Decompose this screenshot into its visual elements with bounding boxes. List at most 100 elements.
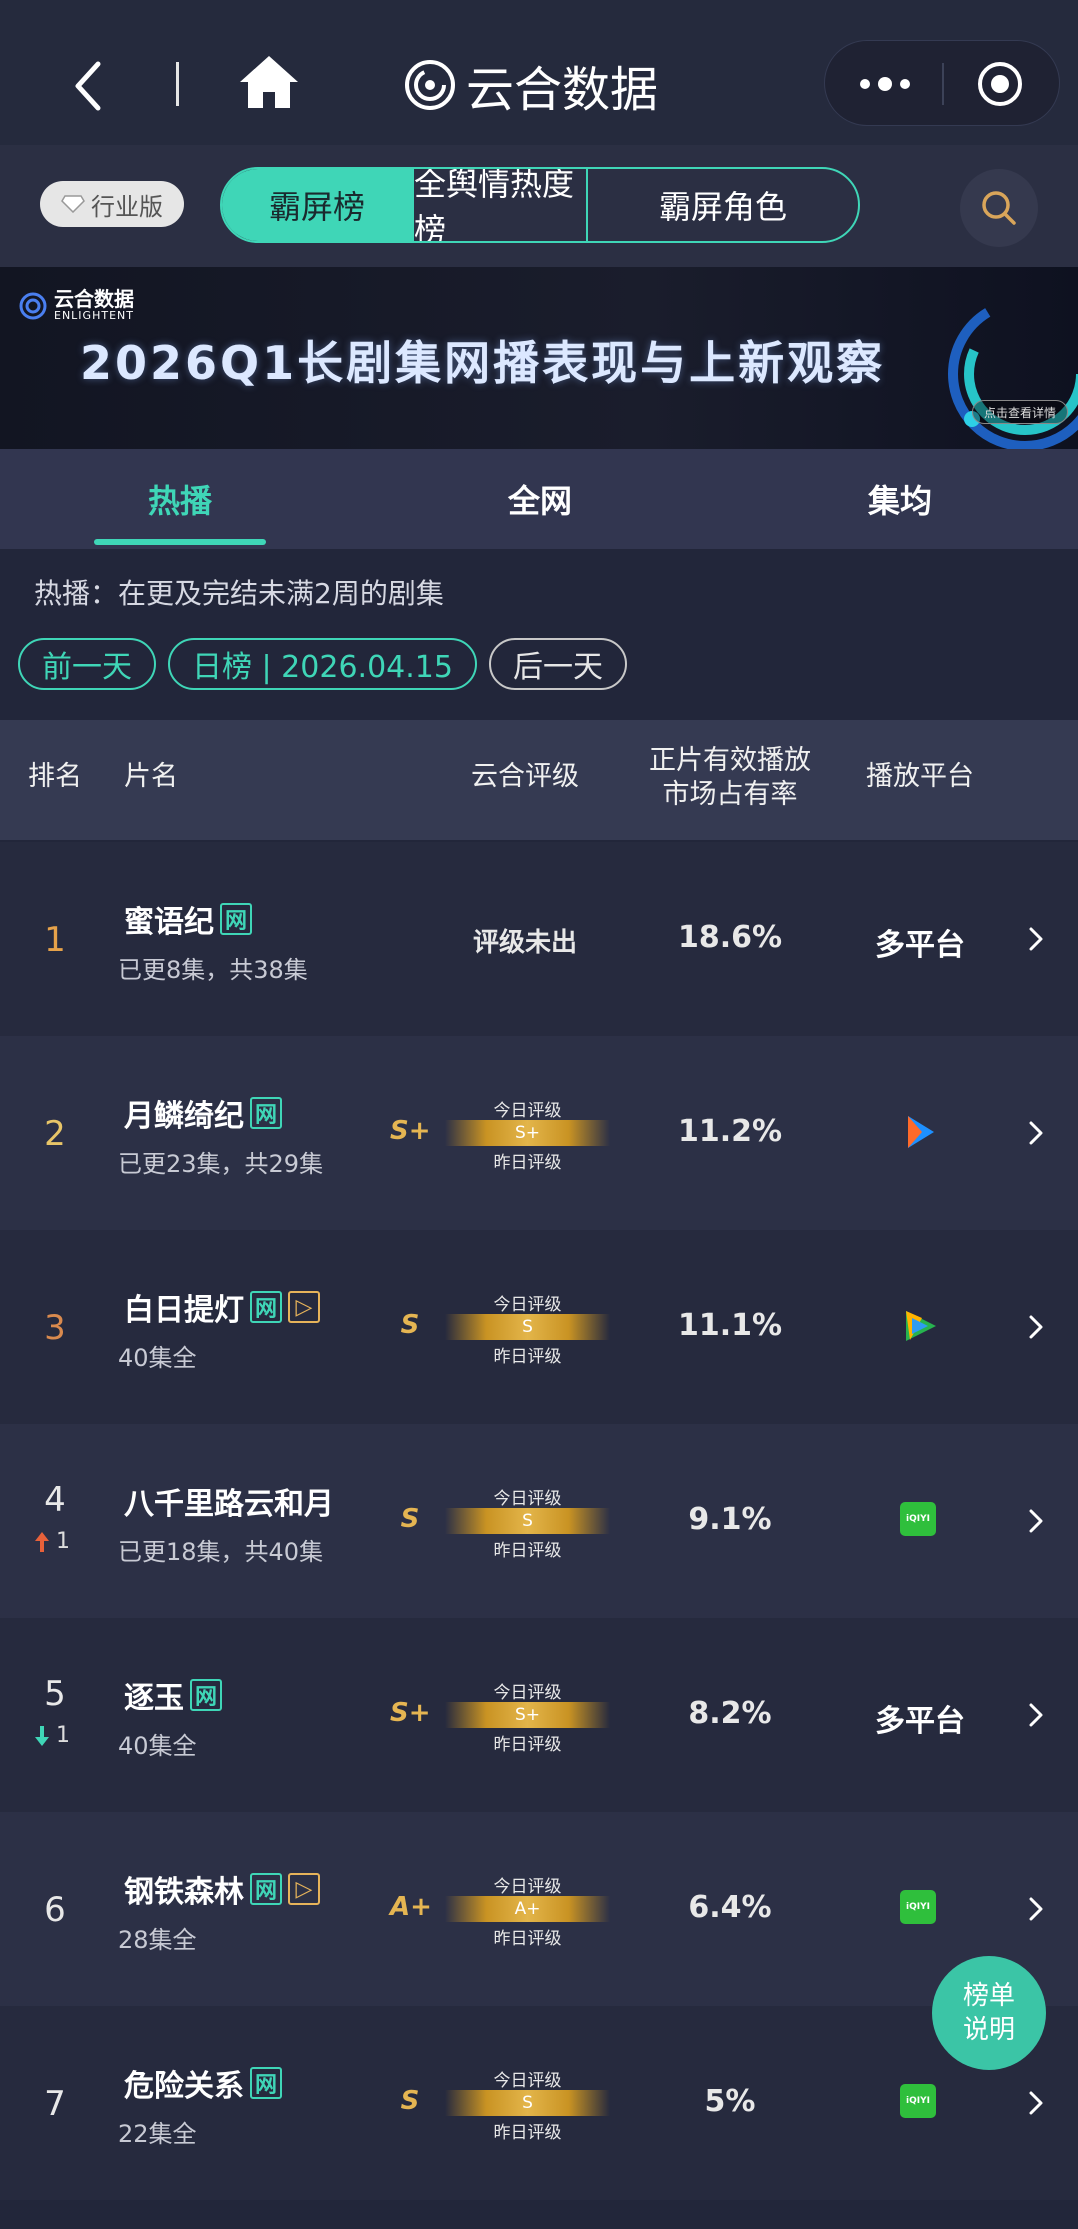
rank-number: 4: [44, 1480, 66, 1520]
grade-bar: 今日评级 S+ 昨日评级: [445, 1096, 610, 1173]
promo-banner[interactable]: 云合数据 ENLIGHTENT 2026Q1长剧集网播表现与上新观察 点击查看详…: [0, 267, 1078, 449]
today-grade-label: 今日评级: [493, 1295, 562, 1315]
banner-logo: 云合数据 ENLIGHTENT: [18, 289, 134, 322]
episode-info: 40集全: [118, 1732, 197, 1760]
grade-bar: 今日评级 S+ 昨日评级: [445, 1678, 610, 1755]
drama-title[interactable]: 钢铁森林网 ▷: [124, 1867, 320, 1911]
list-description: 热播：在更及完结未满2周的剧集: [34, 577, 444, 610]
grade-label: S: [400, 1504, 420, 1534]
yesterday-grade-label: 昨日评级: [493, 1735, 562, 1755]
tencent-video-icon: [906, 1311, 936, 1341]
chevron-right-icon[interactable]: [1026, 1894, 1046, 1924]
close-target-icon[interactable]: [975, 59, 1025, 109]
search-button[interactable]: [960, 169, 1038, 247]
diamond-icon: [61, 195, 85, 213]
banner-logo-icon: [19, 292, 47, 319]
iqiyi-icon: iQIYI: [900, 1890, 940, 1930]
drama-title[interactable]: 蜜语纪网: [124, 897, 252, 941]
tab-quanyuqing[interactable]: 全舆情热度榜: [412, 169, 586, 241]
rank-number: 3: [44, 1308, 66, 1348]
search-icon: [982, 191, 1016, 225]
chevron-right-icon[interactable]: [1026, 2088, 1046, 2118]
rank-change: 1: [32, 1723, 70, 1748]
yesterday-grade-label: 昨日评级: [493, 1541, 562, 1561]
market-share: 11.2%: [677, 1114, 783, 1149]
industry-edition-badge[interactable]: 行业版: [40, 181, 184, 227]
table-row[interactable]: 5 1 逐玉网 40集全 S+ 今日评级 S+ 昨日评级 8.2% 多平台: [0, 1618, 1078, 1812]
category-bar: 行业版 霸屏榜 全舆情热度榜 霸屏角色: [0, 145, 1078, 267]
prev-day-button[interactable]: 前一天: [18, 638, 156, 690]
back-arrow-icon[interactable]: [60, 40, 120, 130]
header-share-line1: 正片有效播放: [649, 745, 811, 776]
drama-title-text: 白日提灯: [124, 1293, 244, 1328]
header-rank: 排名: [28, 761, 82, 792]
today-grade-value: S+: [514, 1123, 541, 1143]
grade-label: S+: [390, 1116, 431, 1146]
date-controls: 前一天 日榜 | 2026.04.15 后一天: [18, 638, 627, 690]
yesterday-grade-label: 昨日评级: [493, 1929, 562, 1949]
today-grade-value: S: [522, 2093, 533, 2113]
banner-logo-en: ENLIGHTENT: [54, 309, 134, 322]
next-day-button[interactable]: 后一天: [488, 638, 627, 690]
banner-ring-graphic: [948, 297, 1078, 449]
episode-info: 已更8集，共38集: [118, 956, 308, 984]
capsule-divider: [942, 63, 944, 105]
tab-rebo[interactable]: 热播: [80, 449, 280, 549]
tab-quanwang[interactable]: 全网: [440, 449, 640, 549]
market-share: 9.1%: [688, 1502, 772, 1537]
grade-label: A+: [390, 1892, 432, 1922]
drama-title[interactable]: 八千里路云和月: [124, 1479, 334, 1523]
web-tag-icon: 网: [250, 1873, 282, 1905]
home-icon[interactable]: [236, 52, 302, 112]
today-grade-value: A+: [514, 1899, 541, 1919]
chevron-right-icon[interactable]: [1026, 1312, 1046, 1342]
market-share: 18.6%: [677, 920, 783, 955]
today-grade-label: 今日评级: [493, 1101, 562, 1121]
episode-info: 22集全: [118, 2120, 197, 2148]
drama-title[interactable]: 危险关系网: [124, 2061, 282, 2105]
table-row[interactable]: 6 钢铁森林网 ▷ 28集全 A+ 今日评级 A+ 昨日评级 6.4% iQIYI: [0, 1812, 1078, 2006]
iqiyi-icon: iQIYI: [900, 2084, 940, 2124]
tab-bapingbang[interactable]: 霸屏榜: [222, 169, 412, 241]
drama-title[interactable]: 白日提灯网 ▷: [124, 1285, 320, 1329]
yesterday-grade-label: 昨日评级: [493, 2123, 562, 2143]
drama-title-text: 蜜语纪: [124, 905, 214, 940]
more-icon[interactable]: [855, 67, 915, 101]
app-brand: 云合数据: [404, 52, 658, 118]
chevron-right-icon[interactable]: [1026, 1118, 1046, 1148]
iqiyi-logo: iQIYI: [900, 1890, 936, 1924]
rank-number: 6: [44, 1890, 66, 1930]
header-platform: 播放平台: [866, 761, 974, 792]
play-tag-icon: ▷: [288, 1873, 320, 1905]
date-selector[interactable]: 日榜 | 2026.04.15: [168, 638, 477, 690]
yesterday-grade-label: 昨日评级: [493, 1347, 562, 1367]
list-explanation-button[interactable]: 榜单 说明: [932, 1956, 1046, 2070]
platform-text: 多平台: [875, 1704, 965, 1739]
tab-jijun[interactable]: 集均: [800, 449, 1000, 549]
rank-number: 5: [44, 1674, 66, 1714]
tab-bapingjuese[interactable]: 霸屏角色: [586, 169, 858, 241]
play-tag-icon: ▷: [288, 1291, 320, 1323]
chevron-right-icon[interactable]: [1026, 1506, 1046, 1536]
market-share: 5%: [704, 2084, 756, 2119]
grade-bar: 今日评级 S 昨日评级: [445, 1290, 610, 1367]
brand-logo-icon: [405, 60, 455, 110]
header-grade: 云合评级: [471, 761, 579, 792]
table-row[interactable]: 4 1 八千里路云和月 已更18集，共40集 S 今日评级 S 昨日评级 9.1% iQIYI: [0, 1424, 1078, 1618]
drama-title[interactable]: 月鳞绮纪网: [124, 1091, 282, 1135]
iqiyi-icon: iQIYI: [900, 1502, 940, 1542]
table-row[interactable]: 1 蜜语纪网已更8集，共38集 评级未出 18.6% 多平台: [0, 842, 1078, 1036]
web-tag-icon: 网: [190, 1679, 222, 1711]
list-tabs: 热播 全网 集均: [0, 449, 1078, 549]
float-button-line1: 榜单: [962, 1981, 1015, 2011]
drama-title[interactable]: 逐玉网: [124, 1673, 222, 1717]
today-grade-value: S+: [514, 1705, 541, 1725]
chevron-right-icon[interactable]: [1026, 1700, 1046, 1730]
table-row[interactable]: 7 危险关系网 22集全 S 今日评级 S 昨日评级 5% iQIYI: [0, 2006, 1078, 2200]
industry-label: 行业版: [91, 192, 163, 221]
banner-detail-button[interactable]: 点击查看详情: [972, 400, 1068, 424]
table-row[interactable]: 2 月鳞绮纪网已更23集，共29集 S+ 今日评级 S+ 昨日评级 11.2%: [0, 1036, 1078, 1230]
table-row[interactable]: 3 白日提灯网 ▷ 40集全 S 今日评级 S 昨日评级 11.1%: [0, 1230, 1078, 1424]
chevron-right-icon[interactable]: [1026, 924, 1046, 954]
episode-info: 已更18集，共40集: [118, 1538, 324, 1566]
